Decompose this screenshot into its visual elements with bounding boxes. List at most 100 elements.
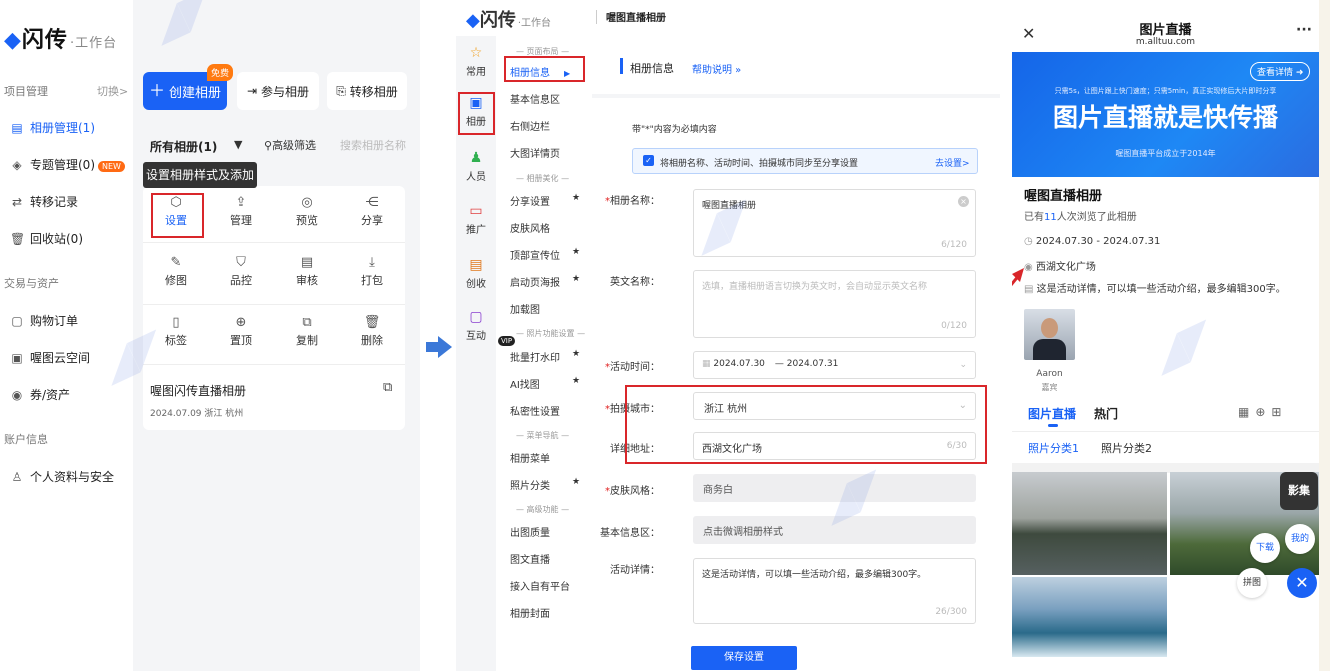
- banner-detail-button[interactable]: 查看详情 ➜: [1250, 62, 1311, 81]
- photo-lake[interactable]: [1012, 472, 1167, 575]
- globe-icon[interactable]: ⊕: [1255, 405, 1271, 419]
- action-pin[interactable]: ⊕ 置顶: [208, 316, 274, 348]
- search-input[interactable]: 搜索相册名称: [340, 137, 406, 153]
- skin-field[interactable]: 商务白: [693, 474, 976, 502]
- nav-label: 券/资产: [30, 388, 71, 402]
- logo[interactable]: ◆闪传 ·工作台: [4, 22, 117, 54]
- menu-item[interactable]: 基本信息区: [510, 91, 560, 106]
- sync-link[interactable]: 去设置>: [935, 156, 970, 169]
- action-preview[interactable]: ◎ 预览: [274, 196, 340, 228]
- action-copy[interactable]: ⧉ 复制: [274, 316, 340, 348]
- more-icon[interactable]: ···: [1296, 22, 1312, 38]
- help-link[interactable]: 帮助说明 »: [692, 61, 741, 76]
- sidebar-item-transfer[interactable]: ⇄ 转移记录: [10, 193, 78, 210]
- action-qc[interactable]: ⛉ 品控: [208, 256, 274, 288]
- star-icon: ☆: [469, 45, 483, 61]
- time-range-picker[interactable]: ▦ 2024.07.30 — 2024.07.31 ⌄: [693, 351, 976, 379]
- join-album-button[interactable]: ⇥ 参与相册: [237, 72, 319, 110]
- tab-hot[interactable]: 热门: [1094, 405, 1118, 422]
- sidebar-item-order[interactable]: ▢ 购物订单: [10, 312, 78, 329]
- qr-icon[interactable]: ▦: [1238, 405, 1255, 419]
- action-review[interactable]: ▤ 审核: [274, 256, 340, 288]
- mine-button[interactable]: 我的: [1285, 524, 1315, 554]
- pin-top-icon: ⊕: [235, 315, 247, 330]
- views-num: 11: [1044, 212, 1057, 223]
- menu-item[interactable]: 加载图: [510, 301, 540, 316]
- action-manage[interactable]: ⇪ 管理: [208, 196, 274, 228]
- icon-nav-chat[interactable]: ▢ 互动: [456, 310, 496, 342]
- sidebar-item-album[interactable]: ▤ 相册管理(1): [10, 119, 95, 136]
- action-pack[interactable]: ⤓ 打包: [339, 256, 405, 288]
- advanced-filter[interactable]: ⚲高级筛选: [264, 137, 316, 153]
- filter-all-label: 所有相册(1): [150, 140, 218, 154]
- logo[interactable]: ◆闪传 ·工作台: [466, 6, 551, 32]
- menu-item[interactable]: 顶部宣传位: [510, 247, 560, 262]
- sidebar-item-coupon[interactable]: ◉ 券/资产: [10, 386, 70, 403]
- action-label: 品控: [230, 274, 252, 287]
- menu-item[interactable]: 相册封面: [510, 605, 550, 620]
- menu-item[interactable]: 批量打水印: [510, 349, 560, 364]
- date-text: 2024.07.30 - 2024.07.31: [1035, 236, 1161, 247]
- icon-nav-promo[interactable]: ▭ 推广: [456, 204, 496, 236]
- menu-item[interactable]: 皮肤风格: [510, 220, 550, 235]
- shield-icon: ⛉: [236, 255, 246, 270]
- menu-item[interactable]: 右侧边栏: [510, 118, 550, 133]
- save-button[interactable]: 保存设置: [691, 646, 797, 670]
- chevron-down-icon: ⌄: [959, 360, 967, 370]
- menu-item[interactable]: 相册菜单: [510, 450, 550, 465]
- detail-textarea[interactable]: 这是活动详情，可以填一些活动介绍，最多编辑300字。 26/300: [693, 558, 976, 624]
- nav-label: 购物订单: [30, 314, 79, 328]
- action-share[interactable]: ⋲ 分享: [339, 196, 405, 228]
- action-retouch[interactable]: ✎ 修图: [143, 256, 209, 288]
- close-fab-icon[interactable]: ✕: [1287, 568, 1317, 598]
- icon-nav-common[interactable]: ☆ 常用: [456, 46, 496, 78]
- clear-icon[interactable]: ×: [958, 196, 969, 207]
- english-name-input[interactable]: 选填，直播相册语言切换为英文时，会自动显示英文名称 0/120: [693, 270, 976, 338]
- caret-down-icon[interactable]: ▼: [234, 138, 242, 151]
- action-tag[interactable]: ▯ 标签: [143, 316, 209, 348]
- sidebar-item-topic[interactable]: ◈ 专题管理(0) NEW: [10, 156, 125, 173]
- copy-icon[interactable]: ⧉: [383, 380, 392, 395]
- new-badge: NEW: [98, 161, 125, 172]
- icon-nav-revenue[interactable]: ▤ 创收: [456, 258, 496, 290]
- menu-item[interactable]: 照片分类: [510, 477, 550, 492]
- menu-item[interactable]: 私密性设置: [510, 403, 560, 418]
- collect-button[interactable]: 影集: [1280, 472, 1318, 510]
- sidebar-item-cloud[interactable]: ▣ 喔图云空间: [10, 349, 90, 366]
- sidebar-item-trash[interactable]: 🗑 回收站(0): [10, 230, 83, 247]
- basic-info-field[interactable]: 点击微调相册样式: [693, 516, 976, 544]
- name-input[interactable]: 喔图直播相册 × 6/120: [693, 189, 976, 257]
- highlight-settings: [151, 193, 204, 238]
- location-text: 西湖文化广场: [1035, 262, 1096, 273]
- filter-all[interactable]: 所有相册(1): [150, 138, 217, 155]
- icon-nav-people[interactable]: ♟ 人员: [456, 151, 496, 183]
- download-button[interactable]: 下载: [1250, 533, 1280, 563]
- menu-head: — 高级功能 —: [516, 505, 570, 514]
- sidebar-item-profile[interactable]: ♙ 个人资料与安全: [10, 468, 114, 485]
- menu-item[interactable]: 图文直播: [510, 551, 550, 566]
- menu-item[interactable]: 出图质量: [510, 524, 550, 539]
- grid-icon[interactable]: ⊞: [1271, 405, 1287, 419]
- menu-item[interactable]: 启动页海报: [510, 274, 560, 289]
- category-2[interactable]: 照片分类2: [1101, 440, 1152, 456]
- menu-item[interactable]: 大图详情页: [510, 145, 560, 160]
- switch-link[interactable]: 切换>: [97, 83, 128, 99]
- action-label: 打包: [361, 274, 383, 287]
- menu-item[interactable]: AI找图: [510, 376, 540, 391]
- tooltip: 设置相册样式及添加人员: [143, 162, 257, 208]
- menu-item[interactable]: 接入自有平台: [510, 578, 570, 593]
- nav-label: 专题管理(0): [30, 158, 95, 172]
- puzzle-button[interactable]: 拼图: [1237, 568, 1267, 598]
- photo-wave[interactable]: [1012, 577, 1167, 657]
- avatar[interactable]: [1024, 309, 1075, 360]
- action-delete[interactable]: 🗑 删除: [339, 316, 405, 348]
- star-icon: ★: [572, 477, 581, 487]
- transfer-album-button[interactable]: ⎘ 转移相册: [327, 72, 407, 110]
- checkbox-checked[interactable]: ✓: [643, 155, 654, 166]
- star-icon: ★: [572, 274, 581, 284]
- menu-item[interactable]: 分享设置: [510, 193, 550, 208]
- category-1[interactable]: 照片分类1: [1028, 440, 1079, 456]
- tab-live[interactable]: 图片直播: [1028, 405, 1076, 422]
- album-name[interactable]: 喔图闪传直播相册: [150, 382, 246, 399]
- coupon-icon: ◉: [11, 388, 23, 402]
